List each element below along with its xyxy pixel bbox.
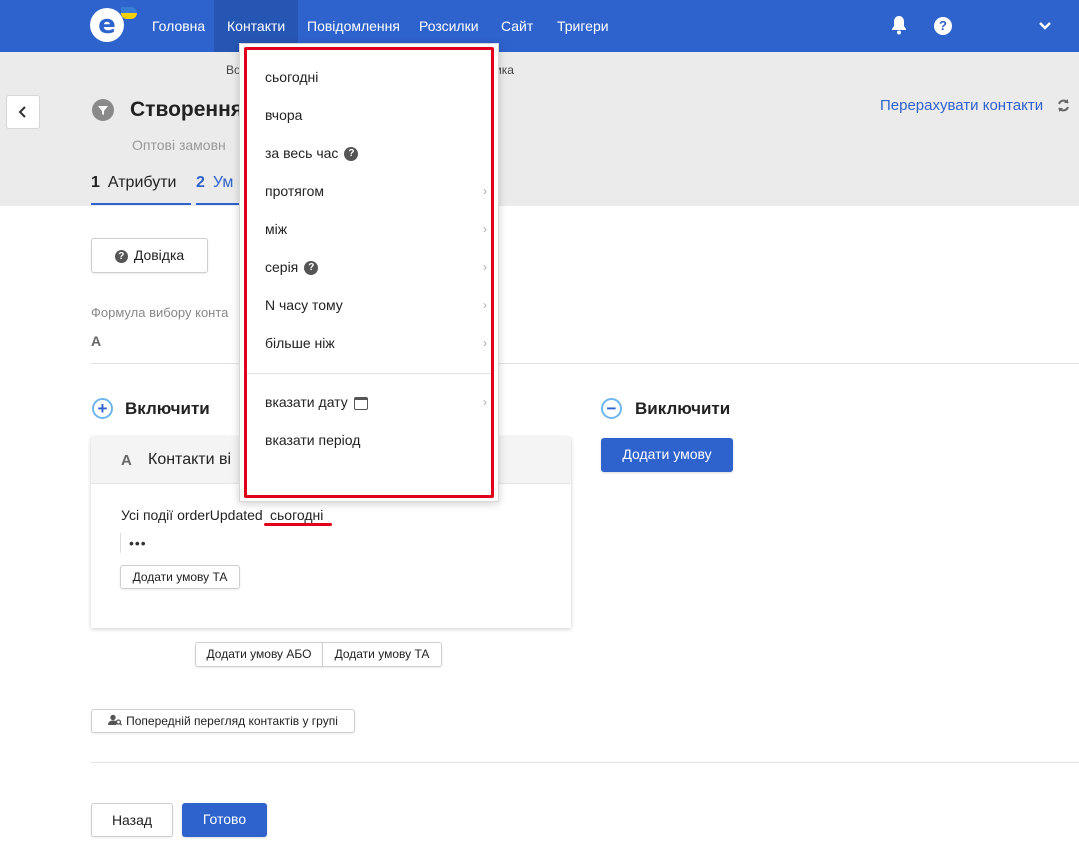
user-search-icon bbox=[108, 711, 123, 733]
question-icon: ? bbox=[344, 147, 359, 162]
exclude-title: Виключити bbox=[635, 399, 731, 418]
back-button[interactable]: Назад bbox=[91, 803, 173, 837]
calendar-icon bbox=[353, 396, 368, 410]
minus-circle-icon: − bbox=[601, 398, 622, 419]
dropdown-separator bbox=[245, 373, 493, 374]
question-icon: ? bbox=[304, 261, 319, 276]
card-title: Контакти ві bbox=[148, 451, 232, 468]
page-subtitle: Оптові замовн bbox=[132, 137, 226, 153]
formula-label: Формула вибору конта bbox=[91, 305, 229, 320]
step-conditions-underline bbox=[196, 203, 240, 205]
card-add-and-button[interactable]: Додати умову ТА bbox=[120, 565, 240, 589]
condition-text: Усі події orderUpdated bbox=[121, 507, 263, 523]
chevron-down-icon[interactable] bbox=[1038, 18, 1052, 34]
add-and-condition-button[interactable]: Додати умову ТА bbox=[322, 642, 442, 667]
help-button[interactable]: ? Довідка bbox=[91, 238, 208, 273]
step-attributes-underline bbox=[91, 203, 191, 205]
dd-item-during[interactable]: протягом bbox=[265, 183, 324, 199]
recalculate-contacts-link[interactable]: Перерахувати контакти bbox=[880, 97, 1043, 114]
done-button[interactable]: Готово bbox=[182, 803, 267, 837]
nav-item-triggers[interactable]: Тригери bbox=[544, 0, 622, 52]
bell-icon[interactable] bbox=[890, 15, 908, 38]
chevron-right-icon: › bbox=[483, 184, 487, 198]
dd-item-more-than[interactable]: більше ніж bbox=[265, 335, 335, 351]
footer-divider bbox=[91, 762, 1079, 763]
date-filter-dropdown: сьогодні вчора за весь час? протягом › м… bbox=[239, 43, 499, 502]
refresh-icon[interactable] bbox=[1056, 98, 1071, 117]
chevron-right-icon: › bbox=[483, 222, 487, 236]
condition-value-link[interactable]: сьогодні bbox=[270, 507, 323, 523]
dd-item-specify-period[interactable]: вказати період bbox=[265, 432, 360, 448]
formula-value: A bbox=[91, 333, 102, 349]
funnel-icon bbox=[92, 99, 114, 121]
condition-value-highlight bbox=[264, 523, 332, 526]
top-nav: e Головна Контакти Повідомлення Розсилки… bbox=[0, 0, 1079, 52]
app-logo[interactable]: e bbox=[90, 8, 124, 42]
more-dots-icon[interactable]: ••• bbox=[129, 535, 147, 551]
chevron-right-icon: › bbox=[483, 395, 487, 409]
chevron-right-icon: › bbox=[483, 336, 487, 350]
include-title: Включити bbox=[125, 399, 210, 418]
dd-item-series[interactable]: серія? bbox=[265, 259, 319, 276]
step-attributes[interactable]: 1 Атрибути bbox=[91, 174, 176, 192]
ukraine-flag-icon bbox=[121, 7, 137, 19]
card-letter: A bbox=[121, 452, 132, 469]
dots-divider bbox=[120, 533, 121, 553]
exclude-add-condition-button[interactable]: Додати умову bbox=[601, 438, 733, 472]
chevron-right-icon: › bbox=[483, 260, 487, 274]
chevron-right-icon: › bbox=[483, 298, 487, 312]
question-icon: ? bbox=[114, 249, 128, 263]
dd-item-between[interactable]: між bbox=[265, 221, 287, 237]
dd-item-specify-date[interactable]: вказати дату bbox=[265, 394, 368, 410]
page-title: Створення bbox=[130, 98, 244, 121]
preview-contacts-button[interactable]: Попередній перегляд контактів у групі bbox=[91, 709, 355, 733]
back-arrow-button[interactable] bbox=[6, 95, 40, 129]
help-icon[interactable]: ? bbox=[934, 17, 952, 35]
plus-circle-icon: + bbox=[92, 398, 113, 419]
dd-item-n-time-ago[interactable]: N часу тому bbox=[265, 297, 343, 313]
add-or-condition-button[interactable]: Додати умову АБО bbox=[195, 642, 323, 667]
step-conditions[interactable]: 2 Ум bbox=[196, 174, 233, 192]
dd-item-all-time[interactable]: за весь час? bbox=[265, 145, 359, 162]
nav-item-home[interactable]: Головна bbox=[139, 0, 218, 52]
dd-item-today[interactable]: сьогодні bbox=[265, 69, 318, 85]
dd-item-yesterday[interactable]: вчора bbox=[265, 107, 302, 123]
